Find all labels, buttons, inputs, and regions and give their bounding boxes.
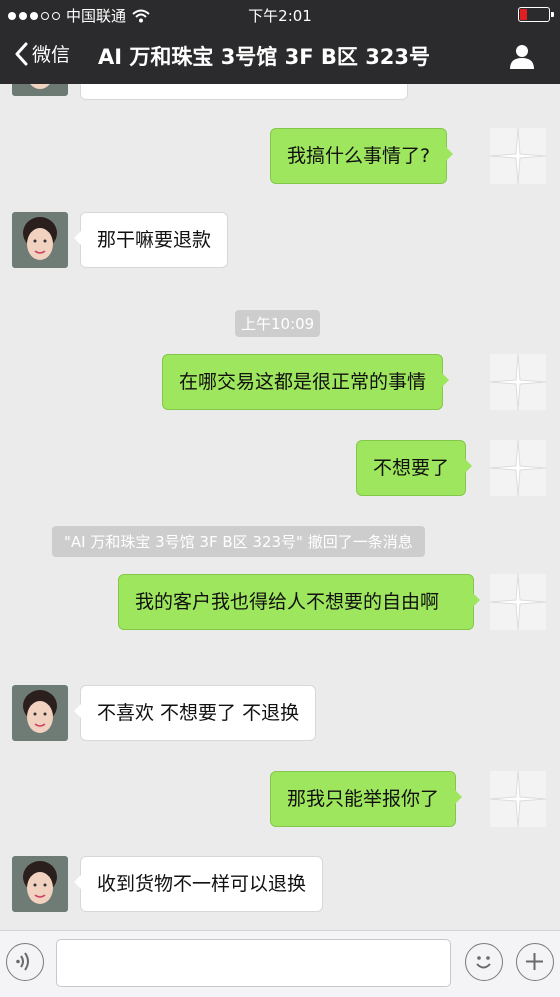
sparkle-avatar-icon[interactable] xyxy=(490,574,546,630)
smiley-icon xyxy=(476,956,491,969)
emoji-button[interactable] xyxy=(465,943,503,981)
person-icon[interactable] xyxy=(508,42,536,70)
voice-wave-icon xyxy=(16,952,29,971)
sparkle-avatar-icon[interactable] xyxy=(490,771,546,827)
voice-input-button[interactable] xyxy=(6,943,44,981)
plus-icon xyxy=(526,953,543,970)
message-text: 我的客户我也得给人不想要的自由啊 xyxy=(135,591,440,613)
message-text: 我搞什么事情了? xyxy=(287,145,431,167)
avatar[interactable] xyxy=(12,856,68,912)
message-text: 收到货物不一样可以退换 xyxy=(97,873,307,895)
battery-icon xyxy=(518,7,554,22)
recall-notice: "AI 万和珠宝 3号馆 3F B区 323号" 撤回了一条消息 xyxy=(52,526,425,557)
timestamp-chip: 上午10:09 xyxy=(235,310,321,337)
message-bubble-in[interactable]: 那干嘛要退款 xyxy=(73,212,229,268)
message-text: 在哪交易这都是很正常的事情 xyxy=(179,371,427,393)
avatar[interactable] xyxy=(12,84,68,96)
message-bubble-out[interactable]: 我的客户我也得给人不想要的自由啊 xyxy=(118,574,480,630)
sparkle-avatar-icon[interactable] xyxy=(490,128,546,184)
message-list[interactable]: 我搞什么事情了? 那干嘛要退款 上午10:09 在哪交易这都是很正常的事情 不想… xyxy=(0,84,560,930)
more-button[interactable] xyxy=(516,943,554,981)
back-label: 微信 xyxy=(32,44,71,66)
status-bar: 中国联通 下午2:01 xyxy=(0,0,560,28)
back-button[interactable]: 微信 xyxy=(14,40,70,67)
chevron-left-icon xyxy=(15,42,28,65)
nav-bar: 微信 AI 万和珠宝 3号馆 3F B区 323号 xyxy=(0,28,560,84)
avatar[interactable] xyxy=(12,212,68,268)
sparkle-avatar-icon[interactable] xyxy=(490,440,546,496)
message-bubble-in[interactable]: 不喜欢 不想要了 不退换 xyxy=(73,685,317,741)
sparkle-avatar-icon[interactable] xyxy=(490,354,546,410)
message-bubble-out[interactable]: 那我只能举报你了 xyxy=(270,771,463,827)
message-text: 那干嘛要退款 xyxy=(97,229,212,251)
message-bubble-out[interactable]: 不想要了 xyxy=(356,440,473,496)
message-input[interactable] xyxy=(56,939,451,987)
avatar[interactable] xyxy=(12,685,68,741)
message-text: 不想要了 xyxy=(373,457,450,479)
message-text: 那我只能举报你了 xyxy=(287,788,440,810)
input-bar xyxy=(0,930,560,997)
message-bubble-partial[interactable] xyxy=(74,84,408,100)
chat-title: AI 万和珠宝 3号馆 3F B区 323号 xyxy=(98,45,431,69)
message-bubble-in[interactable]: 收到货物不一样可以退换 xyxy=(73,856,324,912)
message-bubble-out[interactable]: 在哪交易这都是很正常的事情 xyxy=(162,354,450,410)
message-text: 不喜欢 不想要了 不退换 xyxy=(97,702,300,724)
clock: 下午2:01 xyxy=(248,7,312,25)
message-bubble-out[interactable]: 我搞什么事情了? xyxy=(270,128,454,184)
